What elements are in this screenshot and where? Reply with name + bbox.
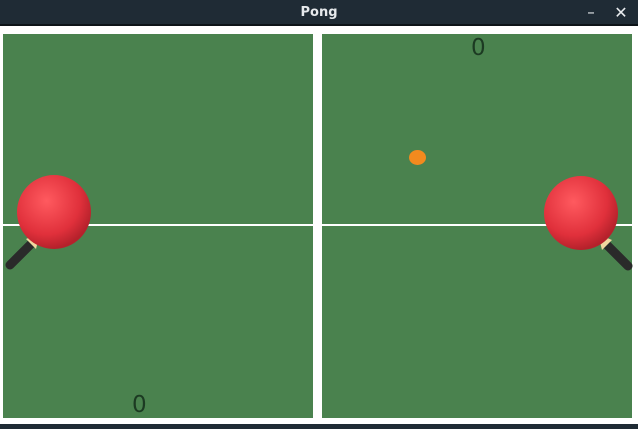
window-title: Pong	[300, 5, 338, 20]
close-button[interactable]: ✕	[610, 0, 632, 26]
window-bottom-border	[0, 424, 638, 429]
score-top: 0	[471, 35, 486, 61]
ball	[409, 150, 426, 165]
ping-pong-paddle-icon[interactable]	[538, 174, 638, 274]
ping-pong-paddle-icon[interactable]	[0, 173, 100, 273]
score-bottom: 0	[132, 392, 147, 418]
game-area[interactable]: 0 0	[0, 28, 638, 429]
minimize-button[interactable]: –	[580, 0, 602, 26]
title-bar: Pong – ✕	[0, 0, 638, 26]
